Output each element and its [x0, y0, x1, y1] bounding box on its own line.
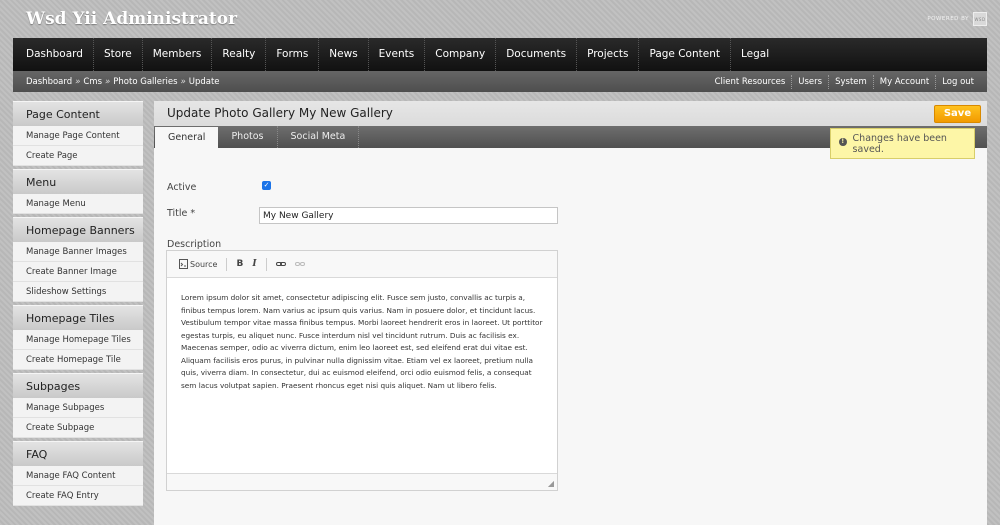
- nav-members[interactable]: Members: [143, 38, 213, 71]
- sidebar-item-manage-faq-content[interactable]: Manage FAQ Content: [13, 466, 143, 486]
- alert-text: Changes have been saved.: [852, 132, 947, 155]
- sidebar-item-create-page[interactable]: Create Page: [13, 146, 143, 166]
- editor-content[interactable]: Lorem ipsum dolor sit amet, consectetur …: [167, 278, 557, 474]
- success-alert: ! Changes have been saved.: [830, 128, 975, 159]
- editor-status-bar: ◢: [167, 473, 557, 490]
- unlink-button[interactable]: [292, 258, 308, 270]
- sidebar-item-manage-page-content[interactable]: Manage Page Content: [13, 126, 143, 146]
- nav-projects[interactable]: Projects: [577, 38, 640, 71]
- sidebar-item-create-banner-image[interactable]: Create Banner Image: [13, 262, 143, 282]
- sidebar-heading: Page Content: [13, 101, 143, 126]
- sidebar-item-manage-menu[interactable]: Manage Menu: [13, 194, 143, 214]
- title-input[interactable]: [259, 207, 558, 224]
- sidebar-heading: Subpages: [13, 373, 143, 398]
- users-link[interactable]: Users: [791, 74, 828, 89]
- wsd-logo-icon: WSD: [973, 12, 987, 26]
- sidebar-heading: FAQ: [13, 441, 143, 466]
- save-button[interactable]: Save: [934, 105, 981, 123]
- nav-store[interactable]: Store: [94, 38, 143, 71]
- title-label: Title *: [167, 208, 196, 219]
- breadcrumb-separator: »: [105, 76, 111, 87]
- page-title: Update Photo Gallery My New Gallery: [167, 106, 393, 120]
- link-button[interactable]: [273, 258, 289, 270]
- sidebar-heading: Homepage Banners: [13, 217, 143, 242]
- tab-photos[interactable]: Photos: [218, 126, 278, 148]
- client-resources-link[interactable]: Client Resources: [709, 75, 792, 89]
- header: Wsd Yii Administrator POWERED BY WSD: [0, 0, 1000, 38]
- nav-legal[interactable]: Legal: [731, 38, 779, 71]
- nav-page-content[interactable]: Page Content: [639, 38, 731, 71]
- active-checkbox[interactable]: ✓: [262, 181, 271, 190]
- toolbar-separator: [265, 257, 267, 271]
- nav-realty[interactable]: Realty: [212, 38, 267, 71]
- nav-documents[interactable]: Documents: [496, 38, 578, 71]
- sidebar-heading: Menu: [13, 169, 143, 194]
- source-button[interactable]: Source: [176, 257, 220, 271]
- nav-events[interactable]: Events: [369, 38, 426, 71]
- rich-text-editor: Source B I Lorem ipsum dolor sit amet, c…: [166, 250, 558, 491]
- breadcrumb-cms[interactable]: Cms: [83, 77, 102, 87]
- sidebar-section-subpages: Subpages Manage Subpages Create Subpage: [13, 373, 143, 438]
- sidebar-item-create-subpage[interactable]: Create Subpage: [13, 418, 143, 438]
- source-label: Source: [190, 259, 218, 269]
- nav-dashboard[interactable]: Dashboard: [16, 38, 94, 71]
- active-label: Active: [167, 182, 197, 193]
- sub-bar: Dashboard » Cms » Photo Galleries » Upda…: [13, 71, 987, 92]
- sidebar-item-slideshow-settings[interactable]: Slideshow Settings: [13, 282, 143, 302]
- sidebar-section-homepage-tiles: Homepage Tiles Manage Homepage Tiles Cre…: [13, 305, 143, 370]
- breadcrumb-update: Update: [188, 76, 220, 87]
- tab-general[interactable]: General: [155, 127, 219, 148]
- sidebar-item-manage-homepage-tiles[interactable]: Manage Homepage Tiles: [13, 330, 143, 350]
- sidebar-heading: Homepage Tiles: [13, 305, 143, 330]
- sidebar-section-menu: Menu Manage Menu: [13, 169, 143, 214]
- logout-link[interactable]: Log out: [935, 74, 987, 89]
- source-icon: [179, 259, 188, 269]
- sidebar-section-homepage-banners: Homepage Banners Manage Banner Images Cr…: [13, 217, 143, 302]
- main-nav: Dashboard Store Members Realty Forms New…: [13, 38, 987, 71]
- sidebar-section-page-content: Page Content Manage Page Content Create …: [13, 101, 143, 166]
- toolbar-separator: [226, 257, 228, 271]
- nav-news[interactable]: News: [319, 38, 369, 71]
- italic-button[interactable]: I: [249, 257, 259, 271]
- powered-by: POWERED BY WSD: [927, 12, 987, 26]
- nav-forms[interactable]: Forms: [266, 38, 320, 71]
- breadcrumb-separator: »: [75, 76, 81, 87]
- tab-social-meta[interactable]: Social Meta: [278, 126, 360, 148]
- content-panel: Update Photo Gallery My New Gallery Save…: [154, 101, 987, 525]
- editor-toolbar: Source B I: [167, 251, 557, 278]
- breadcrumb: Dashboard » Cms » Photo Galleries » Upda…: [13, 77, 220, 87]
- system-link[interactable]: System: [828, 74, 873, 89]
- sidebar-section-faq: FAQ Manage FAQ Content Create FAQ Entry: [13, 441, 143, 506]
- sidebar-item-create-faq-entry[interactable]: Create FAQ Entry: [13, 486, 143, 506]
- breadcrumb-dashboard[interactable]: Dashboard: [26, 77, 72, 87]
- breadcrumb-separator: »: [180, 76, 186, 87]
- link-icon: [275, 262, 286, 266]
- app-title: Wsd Yii Administrator: [26, 9, 238, 29]
- powered-by-text: POWERED BY: [927, 16, 969, 22]
- utility-links: Client Resources Users System My Account…: [709, 71, 987, 92]
- resize-handle-icon[interactable]: ◢: [548, 479, 554, 488]
- bold-button[interactable]: B: [233, 257, 246, 271]
- sidebar-item-manage-banner-images[interactable]: Manage Banner Images: [13, 242, 143, 262]
- sidebar: Page Content Manage Page Content Create …: [13, 101, 143, 509]
- my-account-link[interactable]: My Account: [872, 74, 935, 89]
- unlink-icon: [294, 262, 305, 266]
- description-label: Description: [167, 239, 222, 250]
- nav-company[interactable]: Company: [425, 38, 497, 71]
- alert-icon: !: [839, 137, 847, 146]
- breadcrumb-photo-galleries[interactable]: Photo Galleries: [113, 77, 177, 87]
- sidebar-item-manage-subpages[interactable]: Manage Subpages: [13, 398, 143, 418]
- sidebar-item-create-homepage-tile[interactable]: Create Homepage Tile: [13, 350, 143, 370]
